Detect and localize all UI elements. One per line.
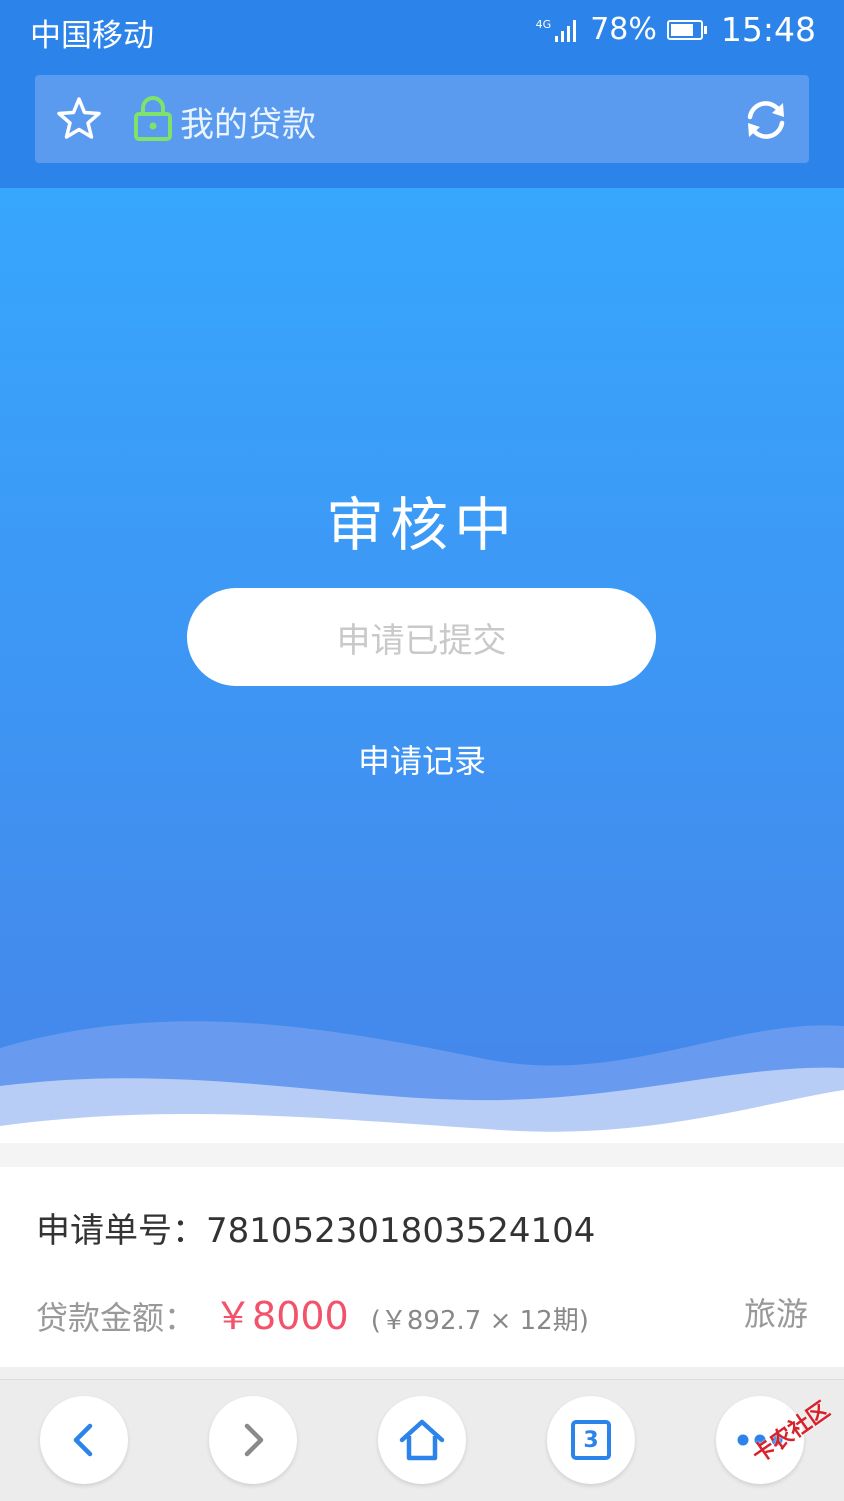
- status-hero: 审核中 申请已提交 申请记录: [0, 188, 844, 1143]
- tab-count: 3: [583, 1427, 599, 1453]
- loan-purpose: 旅游: [743, 1295, 808, 1333]
- loan-amount-label: 贷款金额：: [36, 1299, 197, 1337]
- order-number-value: 781052301803524104: [206, 1211, 596, 1251]
- page-title: 审核中: [325, 491, 518, 559]
- forward-icon: [244, 1423, 264, 1457]
- network-type: 4G: [535, 18, 552, 31]
- loan-info-card: 申请单号：781052301803524104 贷款金额： ￥8000 (￥89…: [0, 1167, 844, 1367]
- lock-icon: [134, 96, 172, 141]
- loan-amount-row: 贷款金额： ￥8000 (￥892.7 × 12期): [36, 1285, 589, 1340]
- status-bar: 中国移动 4G 78% 15:48: [0, 0, 844, 60]
- loan-amount-value: ￥8000: [214, 1294, 349, 1338]
- back-icon: [73, 1423, 93, 1457]
- browser-bar: 我的贷款: [0, 60, 844, 188]
- divider: [0, 1367, 844, 1379]
- address-bar[interactable]: 我的贷款: [35, 75, 809, 163]
- status-right: 4G 78% 15:48: [536, 10, 816, 49]
- back-button[interactable]: [40, 1396, 128, 1484]
- bottom-nav: 3: [0, 1379, 844, 1501]
- forward-button[interactable]: [209, 1396, 297, 1484]
- order-number-label: 申请单号：: [36, 1211, 206, 1251]
- signal-icon: [555, 18, 577, 42]
- tabs-button[interactable]: 3: [547, 1396, 635, 1484]
- carrier-name: 中国移动: [30, 18, 154, 54]
- section-gap: [0, 1143, 844, 1167]
- battery-icon: [666, 19, 707, 40]
- star-icon[interactable]: [55, 95, 103, 143]
- url-text[interactable]: 我的贷款: [180, 97, 316, 146]
- home-icon: [399, 1419, 445, 1461]
- refresh-icon[interactable]: [741, 95, 791, 145]
- application-record-link[interactable]: 申请记录: [0, 736, 844, 782]
- installment-detail: (￥892.7 × 12期): [370, 1306, 589, 1336]
- wave-decoration: [0, 1021, 844, 1143]
- order-number-row: 申请单号：781052301803524104: [36, 1203, 595, 1252]
- clock: 15:48: [720, 10, 816, 49]
- application-status-pill: 申请已提交: [187, 588, 656, 686]
- home-button[interactable]: [378, 1396, 466, 1484]
- battery-percent: 78%: [590, 12, 657, 47]
